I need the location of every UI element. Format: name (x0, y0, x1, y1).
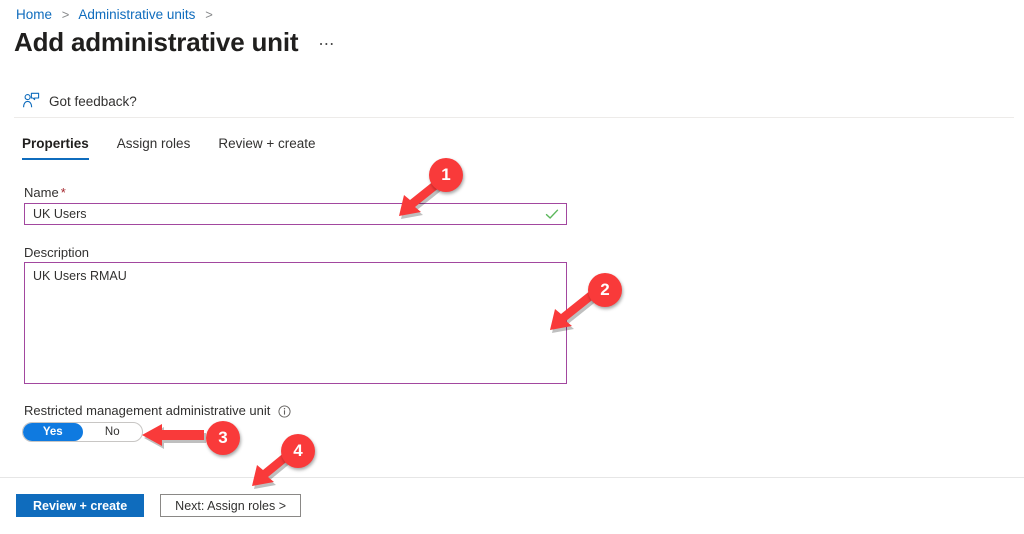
restricted-management-label-text: Restricted management administrative uni… (24, 403, 271, 418)
footer-actions: Review + create Next: Assign roles > (16, 494, 301, 517)
name-label-text: Name (24, 185, 59, 200)
command-bar: Got feedback? (0, 84, 1024, 118)
person-feedback-icon (22, 92, 40, 110)
next-assign-roles-button[interactable]: Next: Assign roles > (160, 494, 301, 517)
description-label: Description (24, 245, 90, 260)
green-check-icon (544, 206, 560, 222)
page-title: Add administrative unit (14, 27, 299, 57)
restricted-management-toggle[interactable]: Yes No (22, 422, 143, 442)
annotation-marker-1: 1 (429, 158, 463, 192)
review-create-button[interactable]: Review + create (16, 494, 145, 517)
name-label: Name * (24, 185, 66, 201)
toggle-option-yes[interactable]: Yes (23, 423, 83, 441)
name-input[interactable] (25, 204, 544, 224)
got-feedback-label: Got feedback? (49, 93, 137, 109)
breadcrumb: Home > Administrative units > (16, 6, 219, 24)
name-input-wrapper[interactable] (24, 203, 567, 225)
more-options-icon[interactable]: ⋯ (318, 34, 336, 54)
annotation-marker-4: 4 (281, 434, 315, 468)
annotation-marker-3: 3 (206, 421, 240, 455)
info-circle-icon[interactable] (278, 404, 291, 418)
breadcrumb-item-home[interactable]: Home (16, 7, 52, 22)
toggle-option-no[interactable]: No (83, 423, 143, 441)
tab-properties[interactable]: Properties (22, 136, 89, 160)
page-title-row: Add administrative unit ⋯ (14, 26, 336, 58)
annotation-marker-2: 2 (588, 273, 622, 307)
restricted-management-label: Restricted management administrative uni… (24, 403, 291, 419)
required-marker: * (60, 185, 66, 200)
breadcrumb-item-administrative-units[interactable]: Administrative units (78, 7, 195, 22)
tab-assign-roles[interactable]: Assign roles (117, 136, 191, 160)
annotation-arrow-4 (252, 447, 298, 489)
annotation-arrow-3 (142, 424, 206, 449)
breadcrumb-separator-2: > (205, 7, 213, 22)
tab-review-create[interactable]: Review + create (218, 136, 315, 160)
wizard-tabs: Properties Assign roles Review + create (22, 136, 344, 160)
description-textarea[interactable] (24, 262, 567, 384)
got-feedback-button[interactable]: Got feedback? (18, 89, 141, 113)
breadcrumb-separator: > (61, 7, 70, 22)
footer-divider (0, 477, 1024, 478)
header-divider (14, 117, 1014, 118)
